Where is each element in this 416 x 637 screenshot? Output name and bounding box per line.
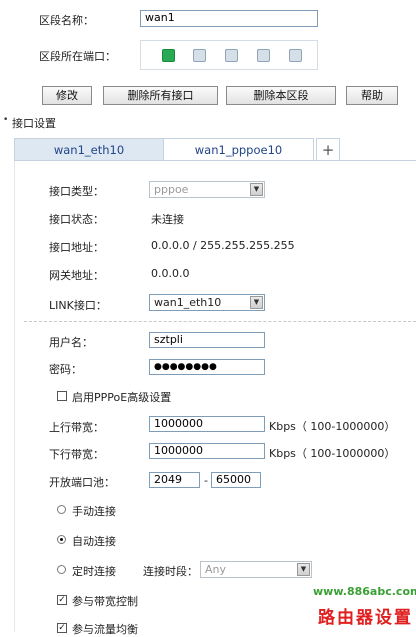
advanced-pppoe-label: 启用PPPoE高级设置: [72, 391, 172, 404]
manual-connect-radio[interactable]: [57, 505, 66, 514]
port-selector: [140, 40, 318, 70]
modify-button[interactable]: 修改: [42, 86, 92, 105]
port-inactive-icon[interactable]: [257, 49, 270, 62]
dropdown-arrow-icon: ▼: [297, 563, 310, 576]
port-inactive-icon[interactable]: [193, 49, 206, 62]
interface-status-label: 接口状态：: [49, 213, 104, 226]
connect-period-select[interactable]: Any ▼: [200, 561, 312, 578]
segment-ports-label: 区段所在端口：: [39, 50, 116, 63]
section-divider: [24, 321, 416, 322]
password-input[interactable]: ●●●●●●●●: [149, 359, 265, 375]
help-button[interactable]: 帮助: [346, 86, 398, 105]
bullet-icon: •: [3, 115, 9, 125]
interface-type-label: 接口类型：: [49, 185, 104, 198]
link-interface-value: wan1_eth10: [154, 296, 222, 309]
gateway-address-value: 0.0.0.0: [151, 267, 190, 280]
interface-type-value: pppoe: [154, 183, 189, 196]
add-tab-button[interactable]: +: [316, 138, 340, 160]
segment-name-input[interactable]: wan1: [140, 10, 318, 27]
download-bandwidth-label: 下行带宽：: [49, 448, 104, 461]
port-inactive-icon[interactable]: [289, 49, 302, 62]
upload-bandwidth-input[interactable]: 1000000: [149, 416, 265, 432]
manual-connect-label: 手动连接: [72, 505, 116, 518]
port-active-icon[interactable]: [162, 49, 175, 62]
tab-wan1-eth10[interactable]: wan1_eth10: [14, 138, 164, 160]
auto-connect-radio[interactable]: [57, 535, 66, 544]
username-input[interactable]: sztpli: [149, 332, 265, 348]
port-pool-start-input[interactable]: 2049: [149, 472, 200, 488]
load-balance-label: 参与流量均衡: [72, 623, 138, 636]
dropdown-arrow-icon: ▼: [250, 183, 263, 196]
upload-bandwidth-label: 上行带宽：: [49, 421, 104, 434]
upload-bandwidth-unit: Kbps（ 100-1000000）: [269, 420, 396, 433]
tab-wan1-pppoe10[interactable]: wan1_pppoe10: [164, 138, 314, 160]
link-interface-select[interactable]: wan1_eth10 ▼: [149, 294, 265, 311]
password-label: 密码：: [49, 363, 82, 376]
panel-border: [14, 161, 15, 632]
advanced-pppoe-checkbox[interactable]: [57, 391, 67, 401]
interface-status-value: 未连接: [151, 213, 184, 226]
segment-name-label: 区段名称：: [39, 14, 94, 27]
delete-all-interfaces-button[interactable]: 删除所有接口: [103, 86, 218, 105]
auto-connect-label: 自动连接: [72, 535, 116, 548]
port-pool-dash: -: [204, 474, 208, 487]
watermark-text: 路由器设置: [318, 608, 413, 628]
port-inactive-icon[interactable]: [225, 49, 238, 62]
bandwidth-control-label: 参与带宽控制: [72, 595, 138, 608]
connect-period-label: 连接时段：: [143, 565, 198, 578]
bandwidth-control-checkbox[interactable]: ✓: [57, 595, 67, 605]
connect-period-value: Any: [205, 563, 227, 576]
username-label: 用户名：: [49, 336, 93, 349]
timed-connect-label: 定时连接: [72, 565, 116, 578]
dropdown-arrow-icon: ▼: [250, 296, 263, 309]
interface-address-label: 接口地址：: [49, 241, 104, 254]
link-interface-label: LINK接口：: [49, 299, 107, 312]
interface-address-value: 0.0.0.0 / 255.255.255.255: [151, 239, 295, 252]
download-bandwidth-input[interactable]: 1000000: [149, 443, 265, 459]
gateway-address-label: 网关地址：: [49, 269, 104, 282]
delete-segment-button[interactable]: 删除本区段: [226, 86, 336, 105]
interface-type-select[interactable]: pppoe ▼: [149, 181, 265, 198]
port-pool-end-input[interactable]: 65000: [211, 472, 261, 488]
section-title: 接口设置: [12, 117, 56, 130]
download-bandwidth-unit: Kbps（ 100-1000000）: [269, 447, 396, 460]
port-pool-label: 开放端口池：: [49, 476, 115, 489]
watermark-url: www.886abc.com: [313, 585, 416, 598]
timed-connect-radio[interactable]: [57, 565, 66, 574]
